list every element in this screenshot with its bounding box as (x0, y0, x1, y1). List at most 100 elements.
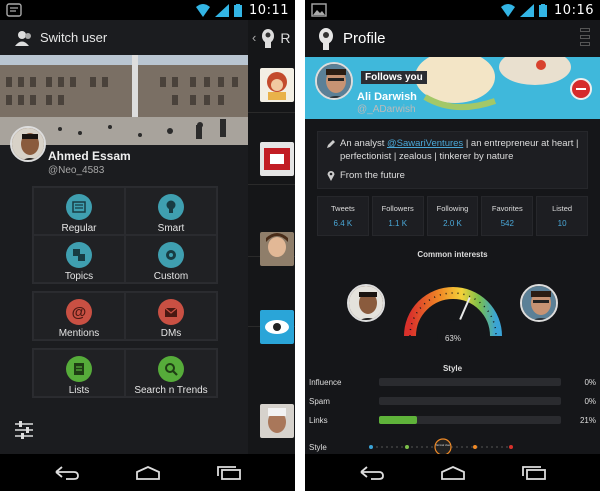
lists-button[interactable]: Lists (33, 349, 125, 397)
stat-following[interactable]: Following 2.0 K (426, 196, 479, 236)
switch-user-icon (15, 30, 31, 46)
profile-handle: @_ADarwish (357, 104, 416, 115)
stat-favorites[interactable]: Favorites 542 (481, 196, 534, 236)
mentions-button[interactable]: @ Mentions (33, 292, 125, 340)
style-row-percent: 0% (584, 396, 596, 406)
overflow-menu-icon[interactable] (580, 28, 594, 50)
style-scale-marker-label: Normal User (436, 443, 451, 447)
unfollow-button[interactable] (570, 78, 592, 100)
recents-icon[interactable] (216, 465, 242, 480)
style-row-label: Influence (309, 377, 342, 387)
profile-avatar[interactable] (315, 62, 353, 100)
location-text: From the future (340, 170, 405, 181)
lists-label: Lists (68, 385, 90, 396)
their-avatar (520, 284, 558, 322)
timeline-peek[interactable]: ‹ R (248, 20, 295, 454)
stat-followers[interactable]: Followers 1.1 K (371, 196, 424, 236)
list-icon (66, 194, 92, 220)
stat-tweets[interactable]: Tweets 6.4 K (317, 196, 369, 236)
stat-label: Tweets (331, 204, 355, 213)
follows-you-badge: Follows you (361, 71, 427, 84)
custom-label: Custom (153, 271, 189, 282)
stat-label: Followers (381, 204, 414, 213)
smart-button[interactable]: Smart (125, 187, 217, 235)
signal-icon (520, 3, 535, 17)
my-avatar (347, 284, 385, 322)
status-bar: 10:11 (0, 0, 295, 20)
app-logo-icon[interactable] (317, 27, 335, 51)
bio-line-2: perfectionist | zealous | tinkerer by na… (340, 151, 514, 162)
pencil-icon (327, 140, 335, 148)
back-icon[interactable] (359, 465, 385, 480)
style-row-links: Links 21% (309, 413, 596, 427)
tweet-avatar (260, 68, 294, 102)
recents-icon[interactable] (521, 465, 547, 480)
stat-label: Favorites (491, 204, 523, 213)
peek-actionbar: ‹ R (248, 20, 295, 55)
phone-left-screen: 10:11 Switch user Ahmed Essam @Neo_4583 … (0, 0, 295, 491)
custom-button[interactable]: Custom (125, 235, 217, 283)
peek-title: R (280, 29, 291, 46)
topics-icon (66, 242, 92, 268)
stat-label: Following (436, 204, 469, 213)
current-user-card[interactable]: Ahmed Essam @Neo_4583 (0, 120, 248, 184)
status-time: 10:16 (554, 2, 594, 18)
action-bar: Profile (305, 20, 600, 57)
home-icon[interactable] (135, 465, 161, 480)
custom-icon (158, 242, 184, 268)
home-icon[interactable] (440, 465, 466, 480)
system-navbar (0, 454, 295, 491)
phone-right-screen: 10:16 Profile Follows you Ali Darwish @_… (305, 0, 600, 491)
at-icon: @ (66, 299, 92, 325)
style-row-percent: 21% (579, 415, 596, 425)
common-interests-gauge: 63% (345, 264, 560, 354)
style-title: Style (442, 364, 463, 373)
progress-bar (379, 416, 561, 424)
app-logo-icon (262, 28, 275, 48)
interactions-group: @ Mentions DMs (32, 291, 218, 341)
user-name: Ahmed Essam (48, 149, 131, 163)
mentions-label: Mentions (58, 328, 100, 339)
style-scale-marker (434, 438, 452, 456)
screen-title: Profile (343, 30, 386, 47)
bio-card: An analyst @SawariVentures | an entrepre… (317, 131, 588, 189)
stat-listed[interactable]: Listed 10 (536, 196, 588, 236)
stat-label: Listed (552, 204, 573, 213)
profile-name: Ali Darwish (357, 91, 417, 103)
style-row-label: Links (309, 415, 328, 425)
location-pin-icon (327, 171, 335, 181)
stats-row: Tweets 6.4 K Followers 1.1 K Following 2.0 … (317, 196, 588, 236)
bio-line-1: An analyst @SawariVentures | an entrepre… (340, 137, 579, 150)
navigation-drawer: Switch user Ahmed Essam @Neo_4583 Regula… (0, 20, 248, 454)
settings-sliders-button[interactable] (14, 421, 34, 444)
search-icon (158, 356, 184, 382)
dms-label: DMs (160, 328, 182, 339)
regular-label: Regular (61, 223, 97, 234)
search-trends-button[interactable]: Search n Trends (125, 349, 217, 397)
discover-group: Lists Search n Trends (32, 348, 218, 398)
style-row-spam: Spam 0% (309, 394, 596, 408)
topics-button[interactable]: Topics (33, 235, 125, 283)
image-notification-icon (311, 3, 327, 17)
bulb-icon (158, 194, 184, 220)
battery-icon (234, 3, 243, 17)
bio-prefix: An analyst (340, 138, 387, 149)
timeline-group: Regular Smart Topics Custom (32, 186, 218, 284)
back-icon[interactable] (54, 465, 80, 480)
wifi-icon (196, 3, 211, 17)
divider (248, 112, 295, 113)
switch-user-label: Switch user (40, 30, 108, 45)
divider (248, 184, 295, 185)
switch-user-button[interactable]: Switch user (0, 20, 248, 55)
user-handle: @Neo_4583 (48, 165, 105, 176)
dms-button[interactable]: DMs (125, 292, 217, 340)
common-interests-title: Common interests (417, 250, 488, 259)
stat-value: 6.4 K (333, 219, 353, 228)
regular-button[interactable]: Regular (33, 187, 125, 235)
tweet-avatar (260, 404, 294, 438)
bio-rest: | an entrepreneur at heart | (463, 138, 579, 149)
tweet-avatar (260, 310, 294, 344)
tweet-avatar (260, 232, 294, 266)
bio-mention-link[interactable]: @SawariVentures (387, 138, 463, 149)
notification-icon (6, 3, 22, 17)
